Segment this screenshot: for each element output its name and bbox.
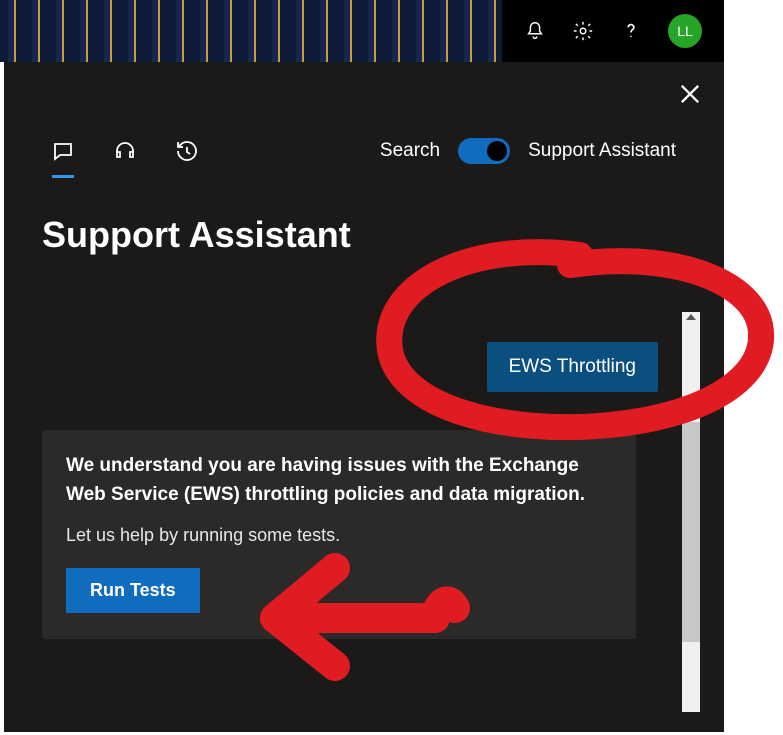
assistant-subline: Let us help by running some tests.	[66, 525, 612, 546]
tab-history[interactable]	[174, 138, 200, 164]
app-topbar: LL	[0, 0, 724, 62]
mode-assistant-label: Support Assistant	[528, 140, 676, 162]
user-message-chip: EWS Throttling	[487, 342, 658, 392]
support-panel: Search Support Assistant Support Assista…	[4, 62, 724, 732]
tab-chat[interactable]	[50, 138, 76, 164]
assistant-message-card: We understand you are having issues with…	[42, 430, 636, 639]
gear-icon[interactable]	[572, 20, 594, 42]
assistant-headline: We understand you are having issues with…	[66, 452, 612, 509]
mode-toggle-area: Search Support Assistant	[380, 138, 676, 164]
topbar-actions: LL	[502, 0, 724, 62]
scroll-thumb[interactable]	[682, 422, 700, 642]
avatar[interactable]: LL	[668, 14, 702, 48]
panel-title: Support Assistant	[42, 214, 351, 256]
scrollbar[interactable]	[682, 312, 700, 712]
toggle-knob	[487, 141, 507, 161]
scroll-up-icon[interactable]	[686, 314, 696, 320]
panel-tabs	[50, 138, 200, 164]
bell-icon[interactable]	[524, 20, 546, 42]
mode-toggle[interactable]	[458, 138, 510, 164]
help-icon[interactable]	[620, 20, 642, 42]
topbar-banner-image	[0, 0, 502, 62]
close-icon[interactable]	[676, 80, 704, 108]
tab-headset[interactable]	[112, 138, 138, 164]
mode-search-label: Search	[380, 140, 440, 162]
run-tests-button[interactable]: Run Tests	[66, 568, 200, 613]
